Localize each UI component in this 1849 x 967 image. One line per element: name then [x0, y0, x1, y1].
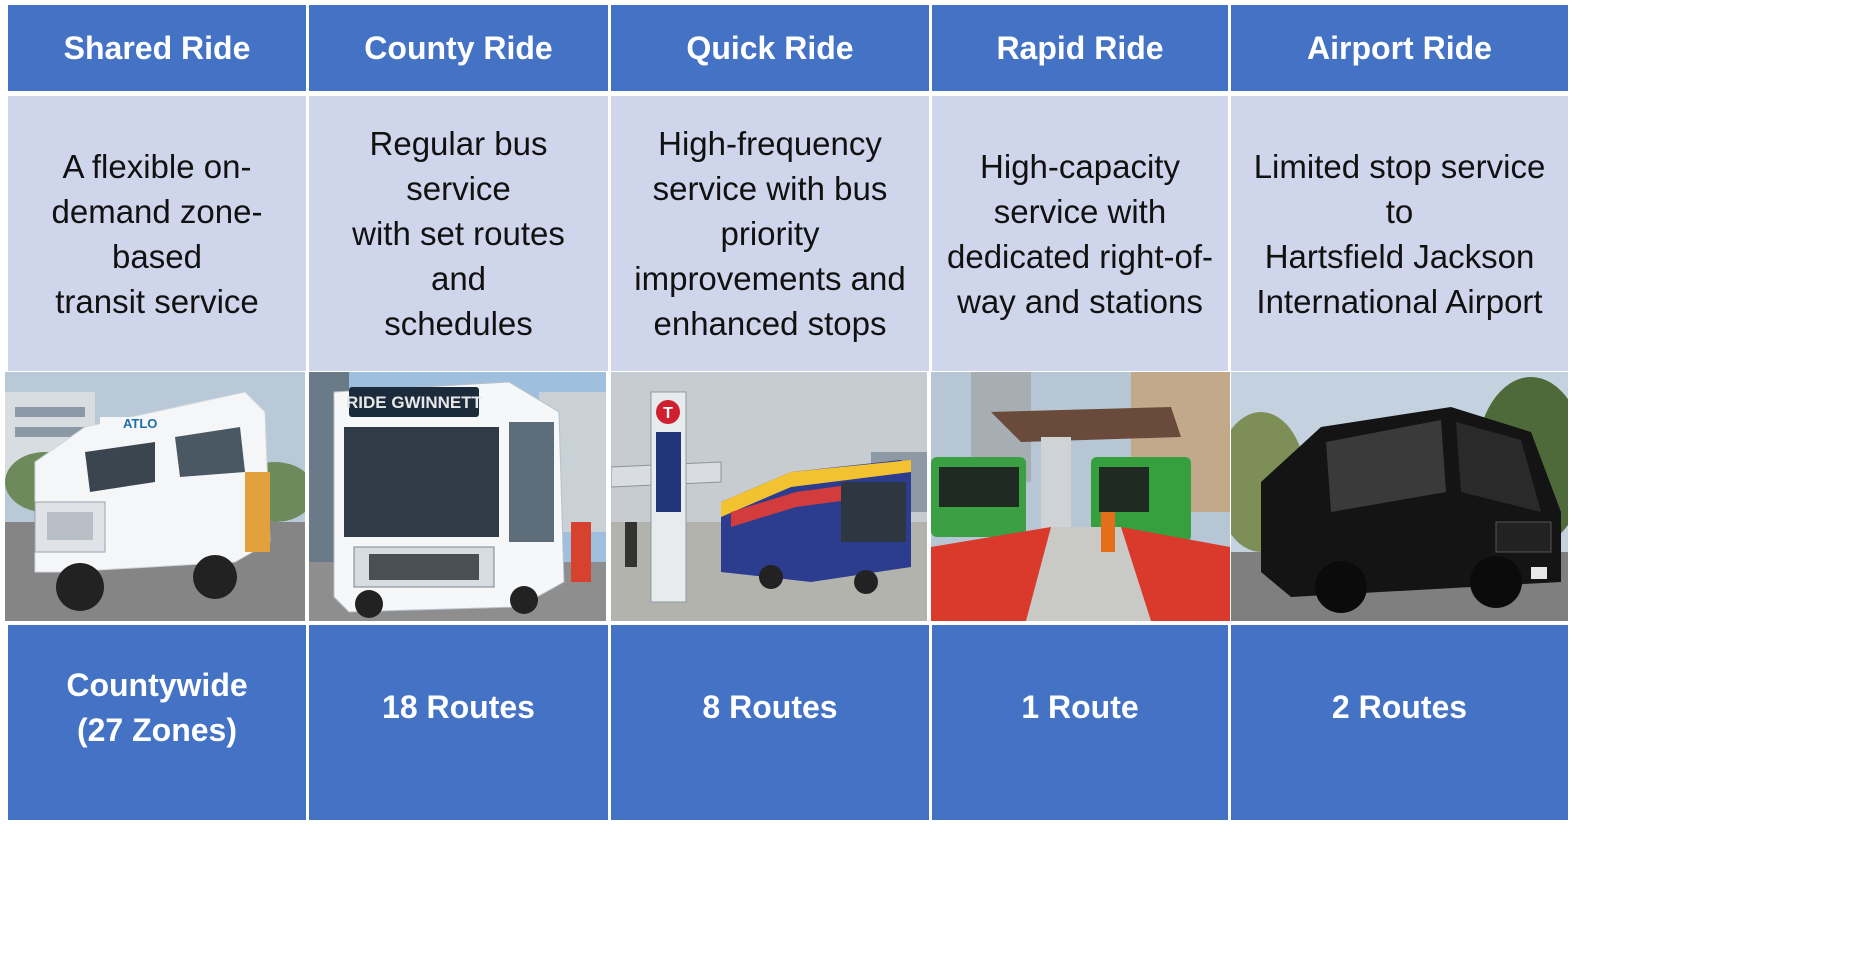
header-county-ride: County Ride [309, 5, 608, 91]
header-label: Shared Ride [63, 29, 251, 66]
photo-shared-ride-shuttle: ATLO [5, 372, 305, 621]
description-text: Limited stop service to Hartsfield Jacks… [1253, 147, 1546, 320]
description-rapid-ride: High-capacity service with dedicated rig… [932, 96, 1228, 371]
description-airport-ride: Limited stop service to Hartsfield Jacks… [1231, 96, 1568, 371]
description-shared-ride: A flexible on- demand zone-based transit… [8, 96, 306, 371]
coverage-text: 1 Route [1021, 689, 1139, 725]
coverage-text: Countywide (27 Zones) [66, 666, 248, 748]
description-quick-ride: High-frequency service with bus priority… [611, 96, 929, 371]
header-label: County Ride [364, 29, 553, 66]
description-text: High-frequency service with bus priority… [634, 125, 906, 342]
header-airport-ride: Airport Ride [1231, 5, 1568, 91]
header-label: Airport Ride [1307, 29, 1492, 66]
description-county-ride: Regular bus service with set routes and … [309, 96, 608, 371]
coverage-text: 2 Routes [1331, 689, 1468, 725]
photo-quick-ride-articulated-bus: T [611, 372, 927, 621]
description-text: Regular bus service with set routes and … [352, 125, 565, 342]
description-text: High-capacity service with dedicated rig… [947, 147, 1213, 320]
header-quick-ride: Quick Ride [611, 5, 929, 91]
coverage-text: 18 Routes [382, 689, 535, 725]
coverage-text: 8 Routes [702, 689, 838, 725]
shuttle-sign-text: ATLO [123, 416, 157, 431]
coverage-shared-ride: Countywide (27 Zones) [8, 625, 306, 820]
coverage-quick-ride: 8 Routes [611, 625, 929, 820]
photo-rapid-ride-station [931, 372, 1230, 621]
header-shared-ride: Shared Ride [8, 5, 306, 91]
photo-county-ride-bus: RIDE GWINNETT [309, 372, 606, 621]
header-label: Rapid Ride [996, 29, 1164, 66]
station-logo-letter: T [663, 405, 673, 422]
photo-airport-ride-van [1231, 372, 1568, 621]
description-text: A flexible on- demand zone-based transit… [51, 147, 263, 320]
coverage-airport-ride: 2 Routes [1231, 625, 1568, 820]
coverage-county-ride: 18 Routes [309, 625, 608, 820]
header-label: Quick Ride [686, 29, 854, 66]
header-rapid-ride: Rapid Ride [932, 5, 1228, 91]
ride-services-table: Shared Ride County Ride Quick Ride Rapid… [0, 0, 1849, 967]
bus-destination-sign: RIDE GWINNETT [346, 393, 483, 412]
coverage-rapid-ride: 1 Route [932, 625, 1228, 820]
